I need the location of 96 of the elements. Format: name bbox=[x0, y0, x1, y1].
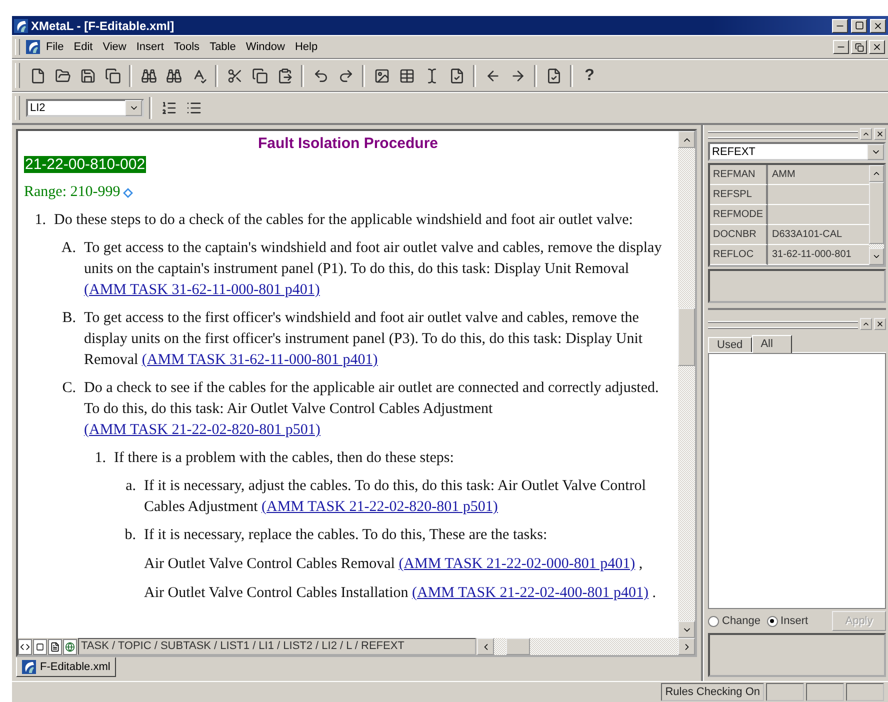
app-logo-icon bbox=[26, 40, 40, 54]
dropdown-button[interactable] bbox=[125, 100, 142, 116]
list-item-text: If it is necessary, adjust the cables. To do this, do this task: Air Outlet Valve Control Cables Adjustment (AMM TASK 21-22-02-820-801 p501) bbox=[144, 477, 647, 517]
radio-icon[interactable] bbox=[766, 616, 778, 626]
menu-item[interactable]: Insert bbox=[132, 39, 168, 55]
radio-icon[interactable] bbox=[708, 616, 719, 626]
menu-item[interactable]: Tools bbox=[170, 39, 204, 55]
list-marker: b. bbox=[124, 526, 137, 545]
help-button[interactable]: ? bbox=[578, 64, 601, 88]
task-id: 21-22-00-810-002 bbox=[24, 156, 146, 173]
menu-item[interactable]: Window bbox=[242, 39, 289, 55]
list-marker: 1. bbox=[94, 449, 107, 468]
diamond-icon bbox=[123, 188, 134, 198]
tab-label: F-Editable.xml bbox=[40, 661, 110, 673]
task-link[interactable]: (AMM TASK 21-22-02-400-801 p401) bbox=[412, 585, 648, 601]
panel-up-button[interactable] bbox=[860, 128, 872, 140]
panel-grip[interactable] bbox=[708, 130, 858, 138]
radio-label: Insert bbox=[780, 615, 808, 627]
minimize-button[interactable] bbox=[833, 40, 849, 54]
tags-view-button[interactable] bbox=[18, 638, 32, 654]
task-paragraph: Air Outlet Valve Control Cables Removal (AMM TASK 21-22-02-000-801 p401) , bbox=[144, 555, 644, 574]
list-item-text: If there is a problem with the cables, then do these steps: bbox=[114, 449, 455, 468]
list-item-text: If it is necessary, replace the cables. To do this, These are the tasks: bbox=[144, 526, 548, 545]
mode-radio[interactable]: Change bbox=[708, 615, 761, 627]
radio-label: Change bbox=[722, 615, 761, 627]
document-tab[interactable]: F-Editable.xml bbox=[16, 657, 116, 677]
task-link[interactable]: (AMM TASK 31-62-11-000-801 p401) bbox=[142, 352, 378, 368]
browser-view-button[interactable] bbox=[63, 638, 77, 654]
list-marker: C. bbox=[61, 379, 77, 398]
scroll-button[interactable] bbox=[869, 248, 884, 265]
maximize-button[interactable] bbox=[851, 18, 867, 32]
code-icon bbox=[20, 642, 30, 652]
task-link[interactable]: (AMM TASK 21-22-02-000-801 p401) bbox=[398, 556, 636, 572]
close-button[interactable] bbox=[869, 40, 885, 54]
element-breadcrumb: TASK / TOPIC / SUBTASK / LIST1 / LI1 / LIST2 / LI2 / L / REFEXT bbox=[78, 638, 476, 655]
list-marker: B. bbox=[61, 309, 77, 328]
restore-icon bbox=[854, 42, 864, 52]
list-item-text: Do a check to see if the cables for the applicable air outlet are connected and correctly adjusted. To do this, do this task: Air Outlet Valve Control Cables Adjustment (AMM TASK 21-22-02-820-801 p501) bbox=[84, 379, 660, 440]
scroll-thumb[interactable] bbox=[869, 182, 884, 244]
menu-item[interactable]: Table bbox=[206, 39, 240, 55]
document-icon bbox=[50, 642, 60, 652]
document-heading: Fault Isolation Procedure bbox=[256, 134, 440, 154]
close-icon bbox=[873, 20, 883, 30]
menu-item[interactable]: Edit bbox=[70, 39, 97, 55]
attribute-name: REFSPL bbox=[710, 185, 768, 205]
status-cell bbox=[766, 683, 804, 701]
close-icon bbox=[876, 320, 884, 328]
scroll-thumb[interactable] bbox=[678, 308, 695, 366]
close-button[interactable] bbox=[870, 18, 886, 32]
restore-button[interactable] bbox=[851, 40, 867, 54]
close-icon bbox=[872, 42, 882, 52]
scroll-down-icon bbox=[872, 252, 881, 261]
scroll-thumb[interactable] bbox=[506, 638, 530, 655]
window-title: XMetaL - [F-Editable.xml] bbox=[31, 18, 176, 32]
attribute-name: REFLOC bbox=[710, 245, 768, 265]
close-icon bbox=[876, 130, 884, 138]
list-item-text: Do these steps to do a check of the cables for the applicable windshield and foot air outlet valve: bbox=[54, 211, 634, 230]
resource-tab[interactable]: All bbox=[752, 335, 792, 353]
task-paragraph: Air Outlet Valve Control Cables Installation (AMM TASK 21-22-02-400-801 p401) . bbox=[144, 584, 657, 603]
list-item-text: To get access to the first officer's windshield and foot air outlet valve and cables, remove the display units on the first officer's instrument panel (P3). To do this, do this task: Display Unit Removal (AMM TASK 31-62-11-000-801 p401) bbox=[84, 309, 644, 370]
minimize-button[interactable] bbox=[832, 18, 848, 32]
list-marker: a. bbox=[124, 477, 137, 496]
square-icon bbox=[36, 642, 44, 650]
scroll-up-icon bbox=[872, 169, 881, 178]
menu-item[interactable]: View bbox=[98, 39, 130, 55]
list-marker: A. bbox=[60, 239, 77, 258]
element-select[interactable]: LI2 bbox=[26, 99, 144, 117]
list-marker: 1. bbox=[34, 211, 47, 230]
attribute-name: DOCNBR bbox=[710, 225, 768, 245]
app-logo-icon bbox=[22, 660, 36, 674]
task-link[interactable]: (AMM TASK 31-62-11-000-801 p401) bbox=[84, 282, 320, 298]
status-cell bbox=[846, 683, 884, 701]
task-link[interactable]: (AMM TASK 21-22-02-820-801 p501) bbox=[84, 422, 320, 438]
panel-up-button[interactable] bbox=[860, 318, 872, 330]
plain-text-view-button[interactable] bbox=[48, 638, 62, 654]
menu-item[interactable]: Help bbox=[290, 39, 322, 55]
attribute-name: REFMAN bbox=[710, 165, 768, 185]
range-text: Range: 210-999 bbox=[24, 183, 120, 202]
normal-view-button[interactable] bbox=[33, 638, 47, 654]
attribute-element-select[interactable]: REFEXT bbox=[708, 142, 886, 161]
mode-radio[interactable]: Insert bbox=[766, 615, 808, 627]
status-text: Rules Checking On bbox=[661, 683, 764, 701]
scroll-button[interactable] bbox=[869, 165, 884, 182]
maximize-icon bbox=[854, 21, 864, 30]
resource-tab[interactable]: Used bbox=[708, 337, 752, 352]
panel-close-button[interactable] bbox=[874, 128, 886, 140]
app-logo-icon bbox=[14, 18, 28, 32]
panel-grip[interactable] bbox=[708, 320, 858, 328]
dropdown-button[interactable] bbox=[867, 144, 884, 160]
globe-icon bbox=[65, 642, 75, 652]
panel-close-button[interactable] bbox=[874, 318, 886, 330]
status-cell bbox=[806, 683, 844, 701]
menu-item[interactable]: File bbox=[42, 39, 68, 55]
attribute-name: REFMODE bbox=[710, 205, 768, 225]
task-link[interactable]: (AMM TASK 21-22-02-820-801 p501) bbox=[262, 499, 498, 515]
list-item-text: To get access to the captain's windshield and foot air outlet valve and cables, remove the display units on the captain's instrument panel (P1). To do this, do this task: Display Unit Removal (AMM TASK 31-62-11-000-801 p401) bbox=[84, 239, 663, 300]
